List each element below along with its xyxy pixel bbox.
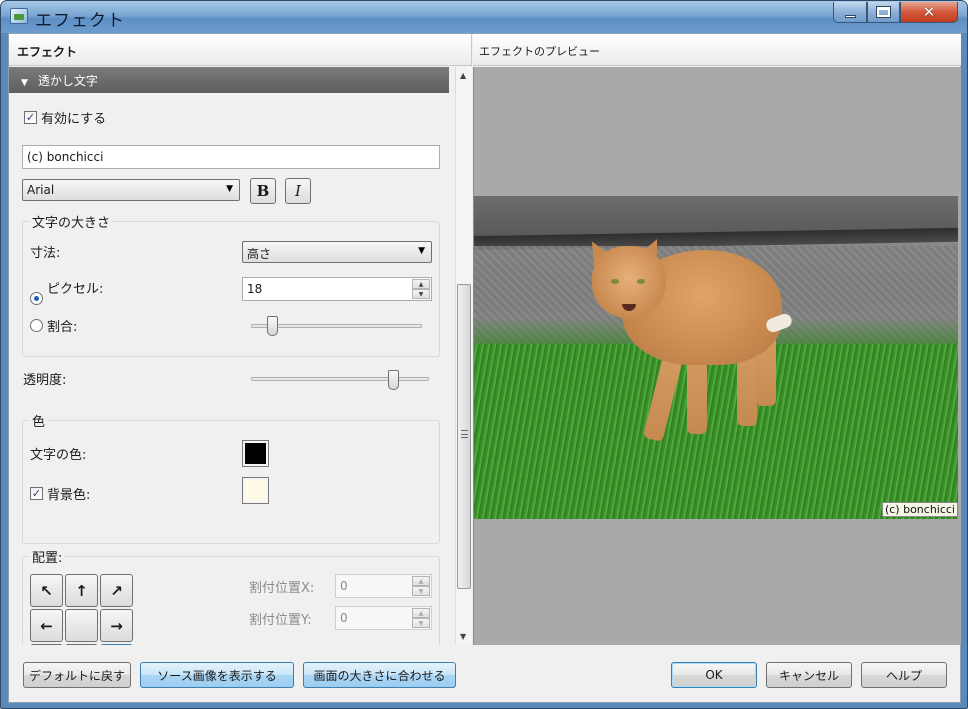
grass-shape <box>474 344 958 519</box>
opacity-label: 透明度: <box>23 373 67 388</box>
offset-y-label: 割付位置Y: <box>249 613 312 628</box>
show-source-button[interactable]: ソース画像を表示する <box>140 662 294 688</box>
scroll-up-icon[interactable]: ▲ <box>460 71 466 80</box>
section-title: 透かし文字 <box>37 74 98 88</box>
align-bottom-left-button[interactable]: ↙ <box>30 644 63 645</box>
align-center-button[interactable] <box>65 609 98 642</box>
help-button[interactable]: ヘルプ <box>861 662 947 688</box>
cat-eye <box>637 279 645 284</box>
app-icon <box>10 8 28 24</box>
offset-x-arrows[interactable]: ▲ ▼ <box>412 576 430 596</box>
effects-settings-pane: ▼ 透かし文字 ✓ 有効にする (c) bonchicci Arial ▼ B I… <box>9 67 454 645</box>
watermark-section-header[interactable]: ▼ 透かし文字 <box>9 67 449 93</box>
enable-row: ✓ 有効にする <box>24 108 106 127</box>
ok-button[interactable]: OK <box>671 662 757 688</box>
offset-x-spinner[interactable]: 0 ▲ ▼ <box>335 574 432 598</box>
minimize-icon <box>844 14 856 18</box>
close-button[interactable]: ✕ <box>900 2 958 23</box>
preview-photo: (c) bonchicci <box>474 196 958 519</box>
dimension-select[interactable]: 高さ ▼ <box>242 241 432 263</box>
opacity-slider-thumb[interactable] <box>387 370 399 390</box>
align-bottom-button[interactable]: ↓ <box>65 644 98 645</box>
settings-scrollbar[interactable]: ▲ ▼ <box>455 67 472 645</box>
maximize-icon <box>876 6 891 18</box>
effects-pane-header: エフェクト <box>9 34 472 66</box>
background-color-swatch[interactable] <box>242 477 269 504</box>
watermark-text-input[interactable]: (c) bonchicci <box>22 145 440 169</box>
cancel-button[interactable]: キャンセル <box>766 662 852 688</box>
spin-up-icon[interactable]: ▲ <box>412 279 430 289</box>
text-color-fill <box>245 443 266 464</box>
text-color-label: 文字の色: <box>30 448 87 463</box>
pixel-spinner-arrows[interactable]: ▲ ▼ <box>412 279 430 299</box>
font-select[interactable]: Arial ▼ <box>22 179 240 201</box>
background-row: ✓ 背景色: <box>30 484 90 503</box>
background-color-fill <box>245 480 266 501</box>
font-select-value: Arial <box>27 183 55 197</box>
ratio-slider-thumb[interactable] <box>267 316 278 336</box>
pixel-label: ピクセル: <box>47 282 104 297</box>
bold-button[interactable]: B <box>250 178 276 204</box>
dimension-label: 寸法: <box>30 246 61 261</box>
spin-down-icon[interactable]: ▼ <box>412 289 430 299</box>
effect-preview-area: (c) bonchicci <box>473 67 961 645</box>
spin-down-icon[interactable]: ▼ <box>412 586 430 596</box>
watermark-preview-text: (c) bonchicci <box>881 502 958 517</box>
chevron-down-icon: ▼ <box>226 184 233 194</box>
chevron-down-icon: ▼ <box>418 246 425 256</box>
background-label: 背景色: <box>47 488 91 503</box>
italic-button[interactable]: I <box>285 178 311 204</box>
scroll-down-icon[interactable]: ▼ <box>460 632 466 641</box>
scrollbar-thumb[interactable] <box>457 284 471 589</box>
minimize-button[interactable] <box>833 2 867 23</box>
align-left-button[interactable]: ← <box>30 609 63 642</box>
color-group <box>22 420 440 544</box>
fit-screen-button[interactable]: 画面の大きさに合わせる <box>303 662 456 688</box>
offset-x-label: 割付位置X: <box>249 581 315 596</box>
align-bottom-right-button[interactable]: ↘ <box>100 644 133 645</box>
spin-down-icon[interactable]: ▼ <box>412 618 430 628</box>
offset-x-value: 0 <box>340 579 348 593</box>
text-color-swatch[interactable] <box>242 440 269 467</box>
color-group-title: 色 <box>30 411 48 430</box>
pixel-value: 18 <box>247 282 263 296</box>
pixel-spinner[interactable]: 18 ▲ ▼ <box>242 277 432 301</box>
offset-y-value: 0 <box>340 611 348 625</box>
dialog-client-area: エフェクト エフェクトのプレビュー ▼ 透かし文字 ✓ 有効にする (c) bon… <box>8 33 961 703</box>
title-bar[interactable]: エフェクト ✕ <box>1 1 967 33</box>
ratio-radio[interactable] <box>30 319 43 332</box>
align-top-button[interactable]: ↑ <box>65 574 98 607</box>
collapse-triangle-icon: ▼ <box>21 78 28 88</box>
spin-up-icon[interactable]: ▲ <box>412 608 430 618</box>
placement-group-title: 配置: <box>30 547 65 566</box>
opacity-slider-track[interactable] <box>251 377 429 381</box>
enable-label: 有効にする <box>41 112 107 127</box>
text-size-group-title: 文字の大きさ <box>30 212 113 231</box>
preview-pane-header: エフェクトのプレビュー <box>473 34 961 66</box>
effect-dialog: エフェクト ✕ エフェクト エフェクトのプレビュー ▼ 透かし文字 ✓ 有効にする… <box>0 0 968 709</box>
ratio-row <box>30 319 43 336</box>
offset-y-spinner[interactable]: 0 ▲ ▼ <box>335 606 432 630</box>
grip-icon <box>461 430 468 438</box>
cat-eye <box>611 279 619 284</box>
ratio-label: 割合: <box>47 320 78 335</box>
spin-up-icon[interactable]: ▲ <box>412 576 430 586</box>
background-checkbox[interactable]: ✓ <box>30 487 43 500</box>
maximize-button[interactable] <box>867 2 900 23</box>
pixel-radio[interactable] <box>30 291 43 305</box>
align-right-button[interactable]: → <box>100 609 133 642</box>
enable-checkbox[interactable]: ✓ <box>24 111 37 124</box>
window-title: エフェクト <box>35 11 125 31</box>
offset-y-arrows[interactable]: ▲ ▼ <box>412 608 430 628</box>
reset-default-button[interactable]: デフォルトに戻す <box>23 662 131 688</box>
dimension-select-value: 高さ <box>247 247 272 261</box>
close-icon: ✕ <box>922 3 936 21</box>
align-top-left-button[interactable]: ↖ <box>30 574 63 607</box>
align-top-right-button[interactable]: ↗ <box>100 574 133 607</box>
